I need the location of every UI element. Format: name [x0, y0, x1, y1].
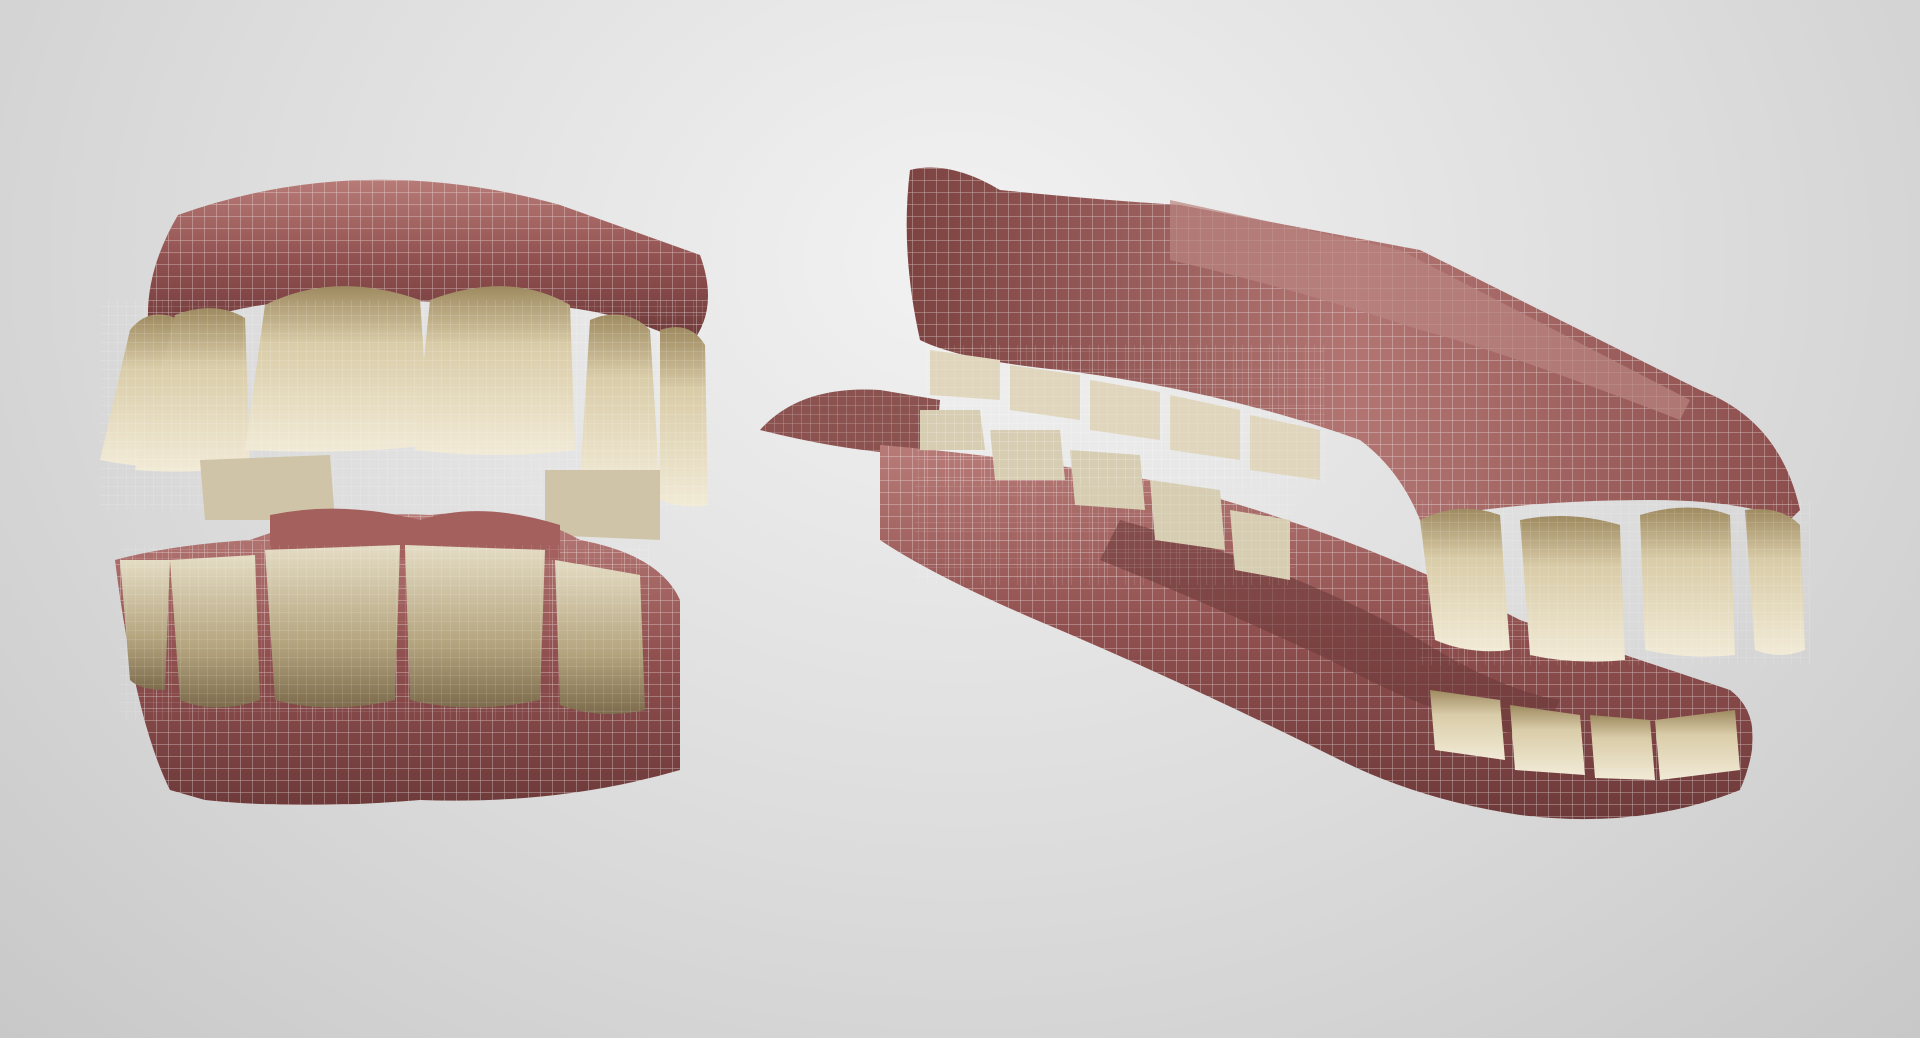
viewport	[0, 0, 1920, 1038]
upper-incisors	[1420, 500, 1810, 665]
tongue	[760, 389, 940, 455]
side-view-dentition	[760, 167, 1810, 820]
upper-molars	[925, 345, 1325, 485]
render-canvas	[100, 167, 1810, 820]
lower-teeth	[120, 545, 650, 720]
front-view-dentition	[100, 179, 710, 805]
